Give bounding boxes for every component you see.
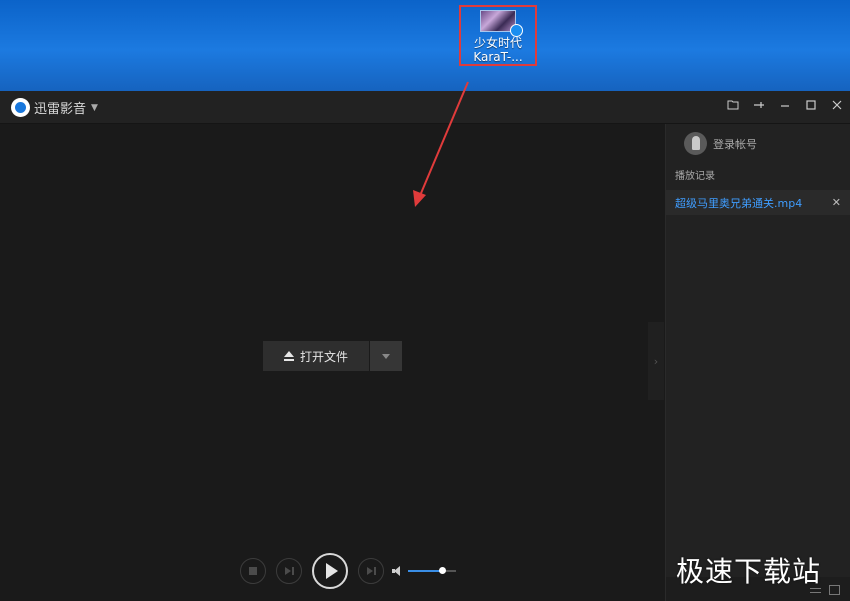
history-item[interactable]: 超级马里奥兄弟通关.mp4 ✕ [666,190,850,215]
stop-icon [249,567,257,575]
desktop-video-file-icon[interactable]: 少女时代 KaraT-... [459,5,537,66]
chevron-right-icon: › [653,354,659,368]
desktop-file-label-line2: KaraT-... [473,50,523,64]
xunlei-logo-icon [11,98,30,117]
player-window: 迅雷影音 ▼ 打开文件 › 登录帐号 播放记录 超级马里奥兄弟通关.mp4 ✕ [0,91,850,601]
desktop-background: 少女时代 KaraT-... [0,0,850,91]
history-item-name: 超级马里奥兄弟通关.mp4 [675,196,803,210]
avatar-icon [684,132,707,155]
chevron-down-icon [382,353,390,359]
stop-button[interactable] [240,558,266,584]
volume-handle[interactable] [438,567,446,574]
desktop-file-label-line1: 少女时代 [473,36,522,50]
play-icon [325,563,338,579]
window-controls [726,99,844,113]
remove-icon[interactable]: ✕ [832,196,841,209]
app-name: 迅雷影音 [34,102,87,117]
step-forward-icon [366,567,376,575]
close-icon[interactable] [830,99,844,113]
minimize-icon[interactable] [778,99,792,113]
step-backward-icon [284,567,294,575]
desktop-file-label: 少女时代 KaraT-... [473,36,522,64]
folder-icon[interactable] [726,99,740,113]
playback-controls [240,553,456,589]
app-menu[interactable]: 迅雷影音 ▼ [11,98,98,117]
open-file-button[interactable]: 打开文件 [263,341,369,371]
sidebar-toggle-handle[interactable]: › [648,322,664,400]
video-thumbnail [480,10,523,37]
volume-slider[interactable] [408,567,456,574]
open-file-label: 打开文件 [299,349,348,364]
playlist-sidebar: 登录帐号 播放记录 超级马里奥兄弟通关.mp4 ✕ [665,124,850,601]
login-label: 登录帐号 [713,137,757,151]
chevron-down-icon: ▼ [91,102,98,113]
previous-button[interactable] [276,558,302,584]
pin-icon[interactable] [752,99,766,113]
title-bar: 迅雷影音 ▼ [0,91,850,124]
speaker-icon[interactable] [392,566,402,576]
play-button[interactable] [312,553,348,589]
eject-icon [283,351,294,361]
open-file-dropdown-button[interactable] [370,341,402,371]
video-area[interactable]: 打开文件 [0,124,664,601]
folder-icon[interactable] [829,585,840,595]
player-badge-icon [510,24,523,37]
watermark-text: 极速下载站 [676,555,822,588]
next-button[interactable] [358,558,384,584]
history-title: 播放记录 [675,171,715,182]
volume-fill [408,570,442,572]
volume-control [392,566,456,576]
maximize-icon[interactable] [804,99,818,113]
login-account-link[interactable]: 登录帐号 [684,132,757,155]
